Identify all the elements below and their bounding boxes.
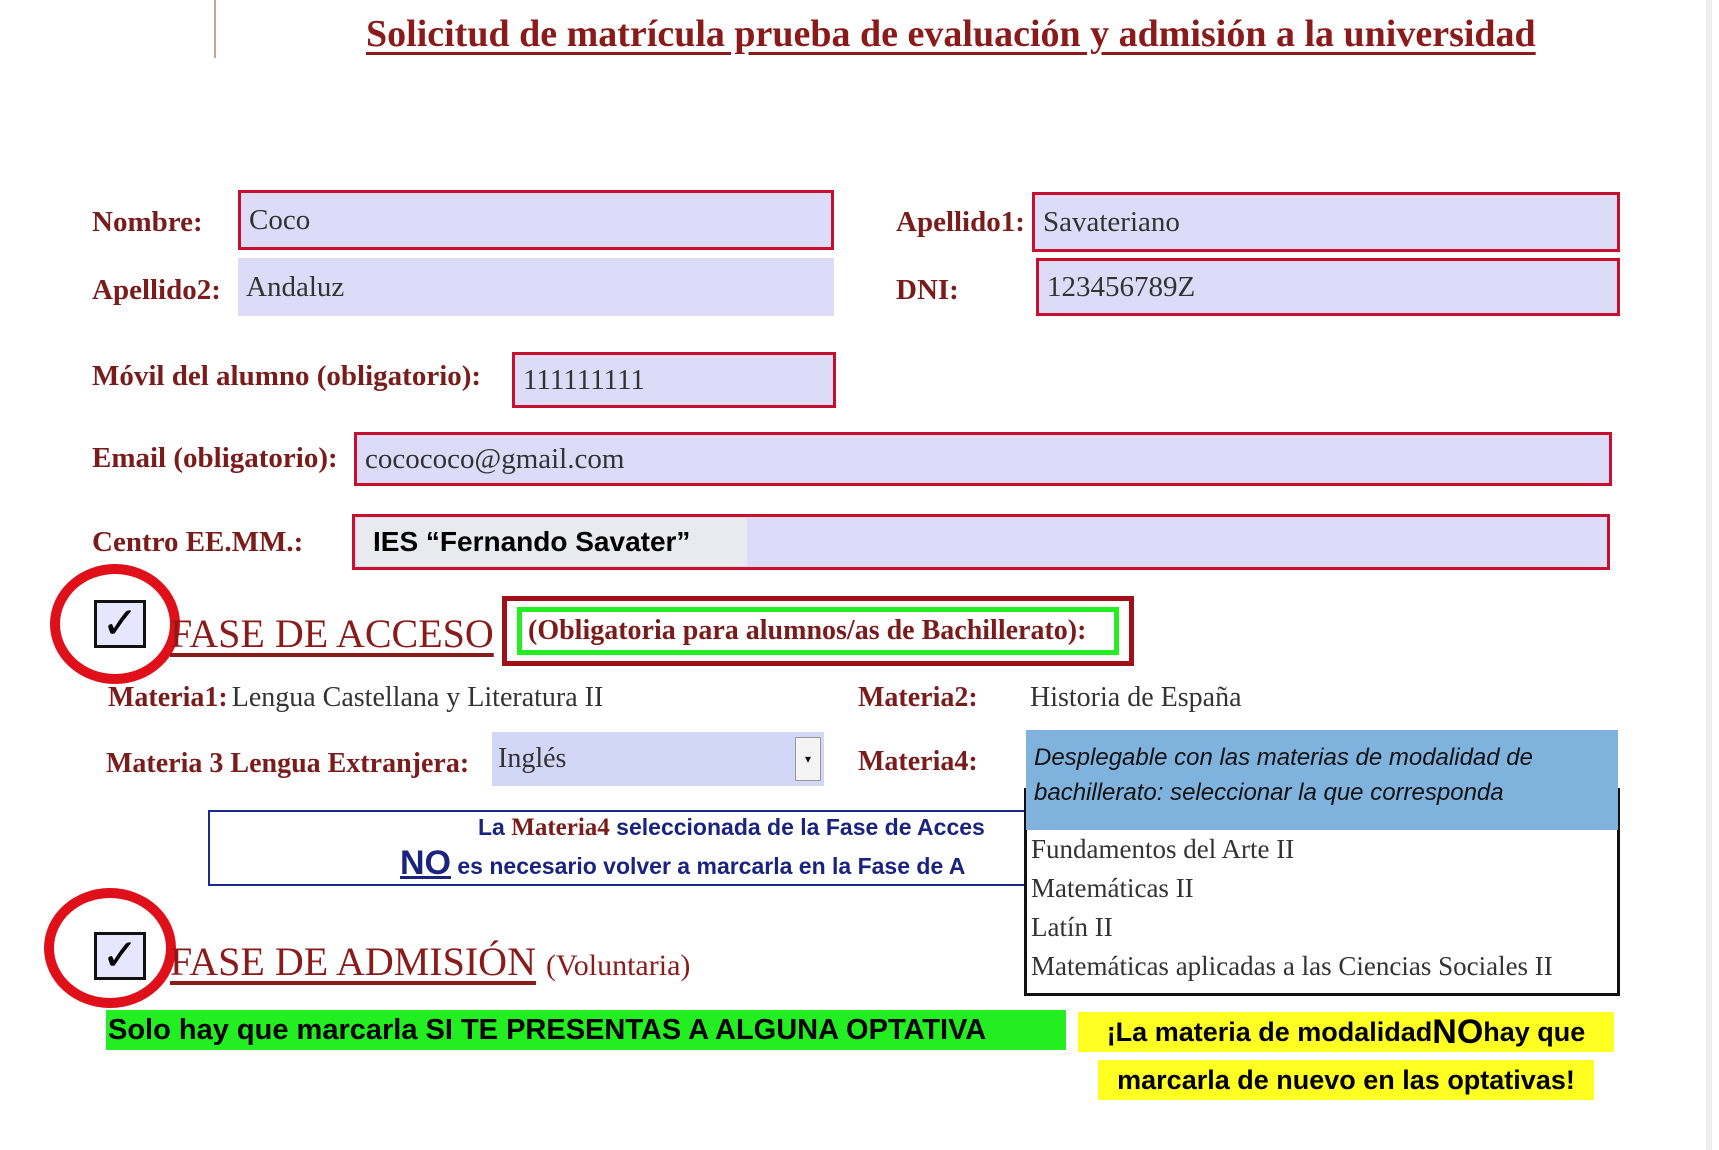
email-label: Email (obligatorio): [92, 442, 338, 474]
green-callout: Solo hay que marcarla SI TE PRESENTAS A … [106, 1010, 1066, 1050]
materia1-row: Materia1: Lengua Castellana y Literatura… [108, 682, 603, 714]
materia1-label: Materia1: [108, 682, 228, 713]
materia3-select[interactable]: Inglés ▾ [492, 732, 824, 786]
apellido1-label: Apellido1: [896, 206, 1025, 238]
nombre-field[interactable]: Coco [238, 190, 834, 250]
notice-box: La Materia4 seleccionada de la Fase de A… [208, 810, 1038, 886]
scrollbar-track[interactable] [1706, 0, 1712, 1150]
dni-value: 123456789Z [1047, 270, 1196, 303]
dropdown-option[interactable]: Matemáticas aplicadas a las Ciencias Soc… [1031, 951, 1553, 982]
fase-acceso-note-frame: (Obligatoria para alumnos/as de Bachille… [502, 596, 1134, 666]
centro-label: Centro EE.MM.: [92, 526, 304, 558]
materia2-value: Historia de España [1030, 682, 1242, 713]
movil-value: 111111111 [523, 363, 645, 396]
fase-admision-heading: FASE DE ADMISIÓN (Voluntaria) [170, 938, 690, 985]
fase-admision-title: FASE DE ADMISIÓN [170, 939, 536, 984]
fase-acceso-checkbox[interactable]: ✓ [94, 600, 146, 648]
dni-label: DNI: [896, 274, 959, 306]
check-icon: ✓ [101, 930, 139, 981]
apellido1-value: Savateriano [1043, 205, 1180, 238]
nombre-label: Nombre: [92, 206, 203, 238]
movil-field[interactable]: 111111111 [512, 352, 836, 408]
materia3-label: Materia 3 Lengua Extranjera: [106, 748, 470, 779]
dni-field[interactable]: 123456789Z [1036, 258, 1620, 316]
dropdown-hint: Desplegable con las materias de modalida… [1026, 730, 1618, 830]
email-value: cocococo@gmail.com [365, 442, 625, 475]
apellido1-field[interactable]: Savateriano [1032, 192, 1620, 252]
centro-value: IES “Fernando Savater” [357, 518, 747, 566]
apellido2-field[interactable]: Andaluz [238, 258, 834, 316]
materia3-value: Inglés [498, 743, 567, 774]
movil-label: Móvil del alumno (obligatorio): [92, 360, 482, 392]
notice-line1: La Materia4 seleccionada de la Fase de A… [478, 814, 985, 841]
apellido2-value: Andaluz [246, 270, 345, 303]
yellow-callout-line2: marcarla de nuevo en las optativas! [1098, 1060, 1594, 1100]
fase-acceso-title: FASE DE ACCESO [170, 611, 494, 656]
fase-acceso-note: (Obligatoria para alumnos/as de Bachille… [528, 615, 1087, 646]
centro-field[interactable]: IES “Fernando Savater” [352, 514, 1610, 570]
yellow-callout-line1: ¡La materia de modalidad NO hay que [1078, 1012, 1614, 1052]
notice-line2: NO es necesario volver a marcarla en la … [400, 844, 966, 882]
materia1-value: Lengua Castellana y Literatura II [231, 682, 604, 713]
check-icon: ✓ [101, 598, 139, 649]
materia2-label: Materia2: [858, 682, 978, 713]
dropdown-option[interactable]: Matemáticas II [1031, 873, 1194, 904]
email-field[interactable]: cocococo@gmail.com [354, 432, 1612, 486]
nombre-value: Coco [249, 203, 311, 236]
dropdown-option[interactable]: Fundamentos del Arte II [1031, 834, 1294, 865]
header-divider [214, 0, 216, 58]
fase-admision-checkbox[interactable]: ✓ [94, 932, 146, 980]
fase-admision-note: (Voluntaria) [545, 949, 691, 982]
dropdown-option[interactable]: Latín II [1031, 912, 1113, 943]
apellido2-label: Apellido2: [92, 274, 221, 306]
materia4-label: Materia4: [858, 746, 978, 777]
page-title: Solicitud de matrícula prueba de evaluac… [366, 13, 1536, 55]
dropdown-arrow-icon[interactable]: ▾ [795, 737, 821, 781]
